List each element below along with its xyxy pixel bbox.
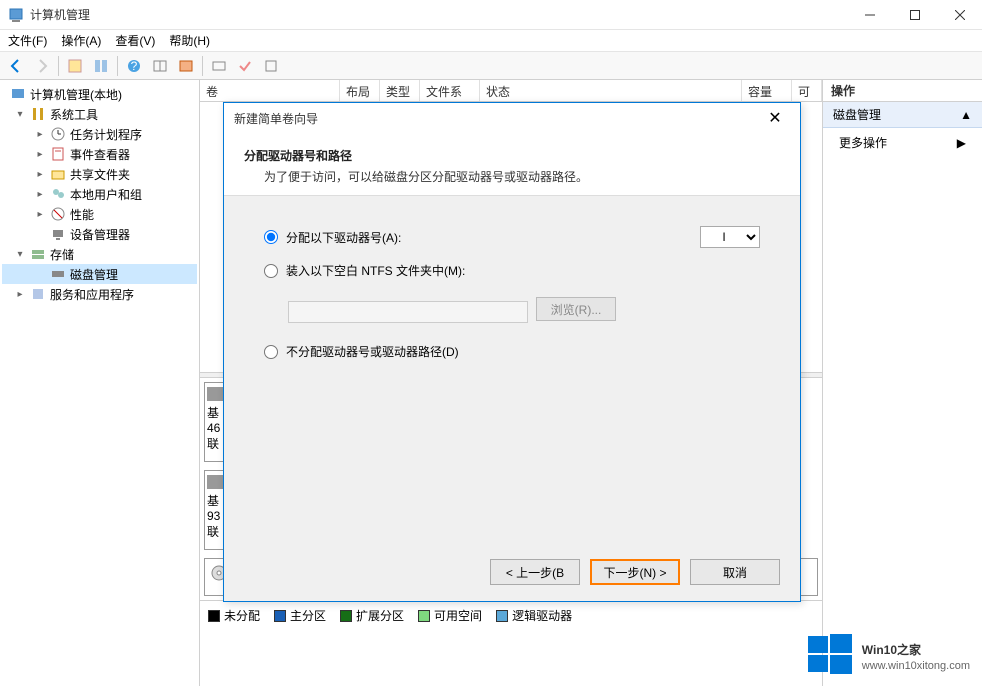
actions-header: 操作: [823, 80, 982, 102]
tree-performance-label: 性能: [70, 206, 94, 223]
tree-performance[interactable]: ▸ 性能: [2, 204, 197, 224]
legend-primary: 主分区: [290, 607, 326, 624]
tool-icon-3[interactable]: [148, 54, 172, 78]
col-layout[interactable]: 布局: [340, 80, 380, 101]
tree-shared-folders[interactable]: ▸ 共享文件夹: [2, 164, 197, 184]
tree-device-manager[interactable]: 设备管理器: [2, 224, 197, 244]
help-icon[interactable]: ?: [122, 54, 146, 78]
col-capacity[interactable]: 容量: [742, 80, 792, 101]
wizard-dialog: 新建简单卷向导 ✕ 分配驱动器号和路径 为了便于访问，可以给磁盘分区分配驱动器号…: [223, 102, 801, 602]
col-type[interactable]: 类型: [380, 80, 420, 101]
option-none[interactable]: 不分配驱动器号或驱动器路径(D): [264, 343, 760, 360]
tree-system-tools[interactable]: ▾ 系统工具: [2, 104, 197, 124]
menu-help[interactable]: 帮助(H): [169, 32, 210, 49]
tree-disk-management-label: 磁盘管理: [70, 266, 118, 283]
dialog-subheading: 为了便于访问，可以给磁盘分区分配驱动器号或驱动器路径。: [244, 168, 780, 185]
menubar: 文件(F) 操作(A) 查看(V) 帮助(H): [0, 30, 982, 52]
tree-task-scheduler-label: 任务计划程序: [70, 126, 142, 143]
tree-local-users-label: 本地用户和组: [70, 186, 142, 203]
dialog-title: 新建简单卷向导: [234, 110, 760, 127]
menu-file[interactable]: 文件(F): [8, 32, 47, 49]
opt-none-label: 不分配驱动器号或驱动器路径(D): [286, 343, 459, 360]
tree-device-manager-label: 设备管理器: [70, 226, 130, 243]
tool-icon-7[interactable]: [259, 54, 283, 78]
tree-storage-label: 存储: [50, 246, 74, 263]
windows-logo-icon: [808, 632, 852, 676]
legend-unallocated: 未分配: [224, 607, 260, 624]
tree-event-viewer[interactable]: ▸ 事件查看器: [2, 144, 197, 164]
browse-button: 浏览(R)...: [536, 297, 616, 321]
watermark: Win10之家 www.win10xitong.com: [808, 632, 970, 676]
actions-pane: 操作 磁盘管理 ▲ 更多操作 ▶: [822, 80, 982, 686]
tree-services[interactable]: ▸ 服务和应用程序: [2, 284, 197, 304]
tree-system-tools-label: 系统工具: [50, 106, 98, 123]
tool-icon-2[interactable]: [89, 54, 113, 78]
legend-free: 可用空间: [434, 607, 482, 624]
col-free[interactable]: 可: [792, 80, 822, 101]
tool-icon-1[interactable]: [63, 54, 87, 78]
menu-view[interactable]: 查看(V): [115, 32, 155, 49]
legend-logical: 逻辑驱动器: [512, 607, 572, 624]
back-button[interactable]: < 上一步(B: [490, 559, 580, 585]
back-button[interactable]: [4, 54, 28, 78]
toolbar: ?: [0, 52, 982, 80]
col-filesystem[interactable]: 文件系统: [420, 80, 480, 101]
maximize-button[interactable]: [892, 0, 937, 30]
minimize-button[interactable]: [847, 0, 892, 30]
tool-icon-6[interactable]: [233, 54, 257, 78]
chevron-right-icon: ▶: [957, 136, 966, 150]
tree-root[interactable]: 计算机管理(本地): [2, 84, 197, 104]
option-assign-letter[interactable]: 分配以下驱动器号(A): I: [264, 226, 760, 248]
forward-button[interactable]: [30, 54, 54, 78]
menu-operation[interactable]: 操作(A): [61, 32, 101, 49]
dialog-heading: 分配驱动器号和路径: [244, 147, 780, 164]
tree-event-viewer-label: 事件查看器: [70, 146, 130, 163]
actions-disk-label: 磁盘管理: [833, 106, 881, 123]
app-icon: [8, 7, 24, 23]
radio-assign[interactable]: [264, 230, 278, 244]
radio-none[interactable]: [264, 345, 278, 359]
legend-extended: 扩展分区: [356, 607, 404, 624]
actions-more[interactable]: 更多操作 ▶: [823, 128, 982, 157]
actions-more-label: 更多操作: [839, 134, 887, 151]
volume-list-header: 卷 布局 类型 文件系统 状态 容量 可: [200, 80, 822, 102]
tree-storage[interactable]: ▾ 存储: [2, 244, 197, 264]
opt-assign-label: 分配以下驱动器号(A):: [286, 229, 401, 246]
tool-icon-5[interactable]: [207, 54, 231, 78]
col-status[interactable]: 状态: [480, 80, 742, 101]
mount-path-input: [288, 301, 528, 323]
tool-icon-4[interactable]: [174, 54, 198, 78]
col-volume[interactable]: 卷: [200, 80, 340, 101]
watermark-url: www.win10xitong.com: [862, 660, 970, 672]
actions-section-disk[interactable]: 磁盘管理 ▲: [823, 102, 982, 128]
svg-text:?: ?: [131, 59, 138, 73]
tree-local-users[interactable]: ▸ 本地用户和组: [2, 184, 197, 204]
option-mount-folder[interactable]: 装入以下空白 NTFS 文件夹中(M): 浏览(R)...: [264, 262, 760, 323]
cancel-button[interactable]: 取消: [690, 559, 780, 585]
legend: 未分配 主分区 扩展分区 可用空间 逻辑驱动器: [200, 600, 822, 630]
next-button[interactable]: 下一步(N) >: [590, 559, 680, 585]
tree-disk-management[interactable]: 磁盘管理: [2, 264, 197, 284]
titlebar: 计算机管理: [0, 0, 982, 30]
drive-letter-select[interactable]: I: [700, 226, 760, 248]
tree-task-scheduler[interactable]: ▸ 任务计划程序: [2, 124, 197, 144]
tree-root-label: 计算机管理(本地): [30, 86, 122, 103]
opt-mount-label: 装入以下空白 NTFS 文件夹中(M):: [286, 262, 465, 279]
window-title: 计算机管理: [30, 6, 847, 23]
tree-shared-folders-label: 共享文件夹: [70, 166, 130, 183]
close-button[interactable]: [937, 0, 982, 30]
navigation-tree: 计算机管理(本地) ▾ 系统工具 ▸ 任务计划程序 ▸ 事件查看器 ▸ 共享文件…: [0, 80, 200, 686]
collapse-icon: ▲: [960, 108, 972, 122]
tree-services-label: 服务和应用程序: [50, 286, 134, 303]
dialog-close-button[interactable]: ✕: [760, 103, 790, 133]
radio-mount[interactable]: [264, 264, 278, 278]
